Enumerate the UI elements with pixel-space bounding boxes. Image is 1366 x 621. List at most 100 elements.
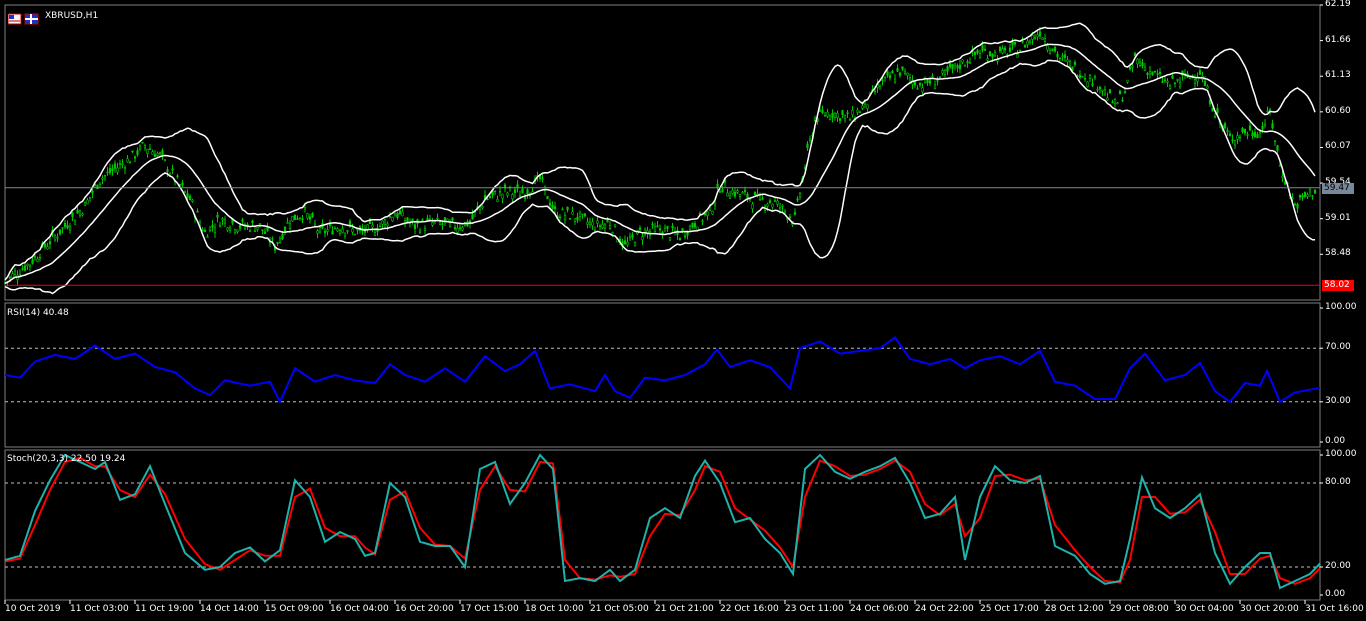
- candle-body: [521, 188, 524, 194]
- candle-body: [606, 219, 609, 223]
- candle-body: [701, 220, 704, 222]
- candle-body: [1171, 75, 1174, 79]
- candle-body: [76, 209, 79, 214]
- candle-body: [1281, 175, 1284, 178]
- candle-body: [138, 145, 142, 150]
- candle-body: [1283, 181, 1287, 185]
- candle-body: [891, 70, 894, 74]
- candle-body: [1263, 123, 1267, 126]
- time-axis-label: 21 Oct 05:00: [590, 604, 649, 614]
- time-axis-label: 23 Oct 11:00: [785, 604, 844, 614]
- candle-body: [381, 220, 384, 225]
- candle-body: [118, 163, 122, 166]
- candle-body: [916, 88, 919, 90]
- candle-body: [1301, 195, 1304, 198]
- candle-body: [1166, 80, 1169, 83]
- candle-body: [1103, 89, 1107, 95]
- candle-body: [851, 110, 854, 116]
- time-axis-label: 10 Oct 2019: [5, 604, 61, 614]
- candle-body: [271, 238, 274, 240]
- candle-body: [808, 138, 812, 141]
- candle-body: [888, 75, 892, 79]
- candle-body: [441, 223, 444, 226]
- candle-body: [33, 255, 37, 258]
- time-axis-label: 22 Oct 16:00: [720, 604, 779, 614]
- candle-body: [418, 230, 422, 233]
- candle-body: [148, 148, 152, 150]
- candle-body: [998, 46, 1002, 52]
- candle-body: [1081, 76, 1084, 78]
- candle-body: [913, 81, 917, 86]
- indicator-axis-label: 0.00: [1325, 589, 1346, 599]
- candle-body: [578, 212, 582, 217]
- candle-body: [1083, 78, 1087, 80]
- candle-body: [1063, 54, 1067, 59]
- candle-body: [1158, 71, 1162, 74]
- candle-body: [581, 213, 584, 216]
- candle-body: [746, 193, 749, 199]
- candle-body: [211, 224, 214, 228]
- candle-body: [738, 193, 742, 197]
- candle-body: [1131, 65, 1134, 68]
- candle-body: [53, 235, 57, 241]
- candle-body: [611, 232, 614, 235]
- candle-body: [1161, 81, 1164, 83]
- candle-body: [238, 225, 242, 229]
- candle-body: [771, 203, 774, 208]
- candle-body: [343, 232, 347, 237]
- candle-body: [98, 182, 102, 185]
- candle-body: [126, 158, 129, 163]
- candle-body: [166, 169, 169, 173]
- price-axis-label: 62.19: [1325, 0, 1351, 9]
- candle-body: [766, 203, 769, 207]
- candle-body: [1106, 97, 1109, 101]
- candle-body: [986, 58, 989, 61]
- candle-body: [31, 259, 34, 264]
- candle-body: [303, 206, 307, 210]
- candle-body: [23, 265, 27, 271]
- candle-body: [71, 212, 74, 217]
- candle-body: [461, 227, 464, 231]
- candle-body: [301, 218, 304, 220]
- time-axis-label: 30 Oct 04:00: [1175, 604, 1234, 614]
- candle-body: [901, 66, 904, 70]
- candle-body: [561, 208, 564, 211]
- candle-body: [1098, 86, 1102, 90]
- candle-body: [1008, 47, 1012, 52]
- candle-body: [1078, 74, 1082, 78]
- time-axis-label: 28 Oct 12:00: [1045, 604, 1104, 614]
- candle-body: [1128, 66, 1132, 70]
- candle-body: [486, 198, 489, 201]
- candle-body: [1111, 101, 1114, 104]
- candle-body: [136, 150, 139, 155]
- candle-body: [13, 270, 17, 275]
- candle-body: [1141, 62, 1144, 67]
- candle-body: [398, 210, 402, 215]
- candle-body: [526, 189, 529, 195]
- candle-body: [133, 156, 137, 159]
- candle-body: [191, 199, 194, 202]
- candle-body: [926, 79, 929, 83]
- candle-body: [823, 114, 827, 117]
- candle-body: [1168, 85, 1172, 89]
- candle-body: [306, 213, 309, 219]
- candle-body: [1096, 88, 1099, 91]
- candle-body: [1271, 123, 1274, 129]
- candle-body: [781, 204, 784, 207]
- candle-body: [941, 70, 944, 74]
- candle-body: [386, 223, 389, 227]
- candle-body: [903, 71, 907, 74]
- candle-body: [818, 110, 822, 112]
- candle-body: [881, 79, 884, 82]
- candle-body: [1148, 70, 1152, 75]
- candle-body: [1203, 80, 1207, 87]
- candle-body: [351, 228, 354, 233]
- candle-body: [1018, 49, 1022, 52]
- candle-body: [628, 236, 632, 239]
- candle-body: [311, 213, 314, 218]
- candle-body: [586, 221, 589, 225]
- candle-body: [893, 78, 897, 83]
- candle-body: [218, 224, 222, 228]
- candle-body: [421, 219, 424, 221]
- candle-body: [938, 76, 942, 78]
